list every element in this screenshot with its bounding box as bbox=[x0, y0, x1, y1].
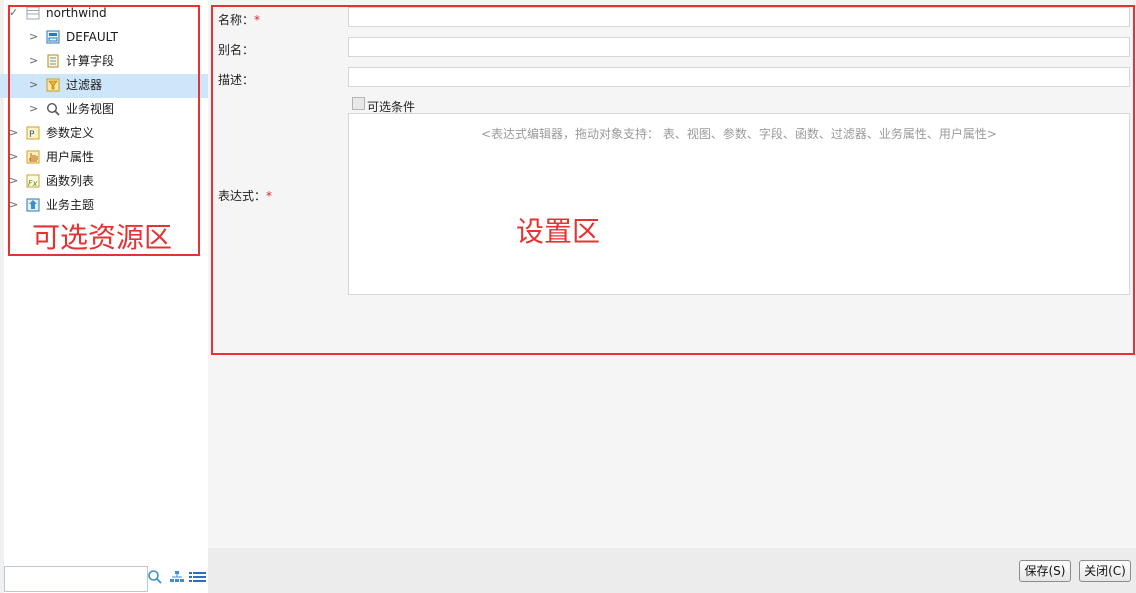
tree-search-input[interactable] bbox=[4, 566, 148, 592]
resource-area-caption: 可选资源区 bbox=[32, 221, 173, 254]
dialog-footer: 保存(S) 关闭(C) bbox=[208, 548, 1136, 593]
save-button[interactable]: 保存(S) bbox=[1019, 560, 1071, 582]
settings-area-highlight bbox=[211, 5, 1135, 355]
resource-panel: ✓ northwind > DEFAULT > 计算字段 > 过滤器 > 业务视… bbox=[0, 0, 208, 593]
search-icon[interactable] bbox=[147, 569, 163, 588]
settings-area-caption: 设置区 bbox=[516, 215, 601, 248]
close-button[interactable]: 关闭(C) bbox=[1079, 560, 1131, 582]
tree-view-icon[interactable] bbox=[169, 570, 185, 587]
settings-panel: 名称：* 别名： 描述： 可选条件 表达式：* <表达式编辑器，拖动对象支持： … bbox=[208, 0, 1136, 548]
list-view-icon[interactable] bbox=[189, 571, 206, 586]
